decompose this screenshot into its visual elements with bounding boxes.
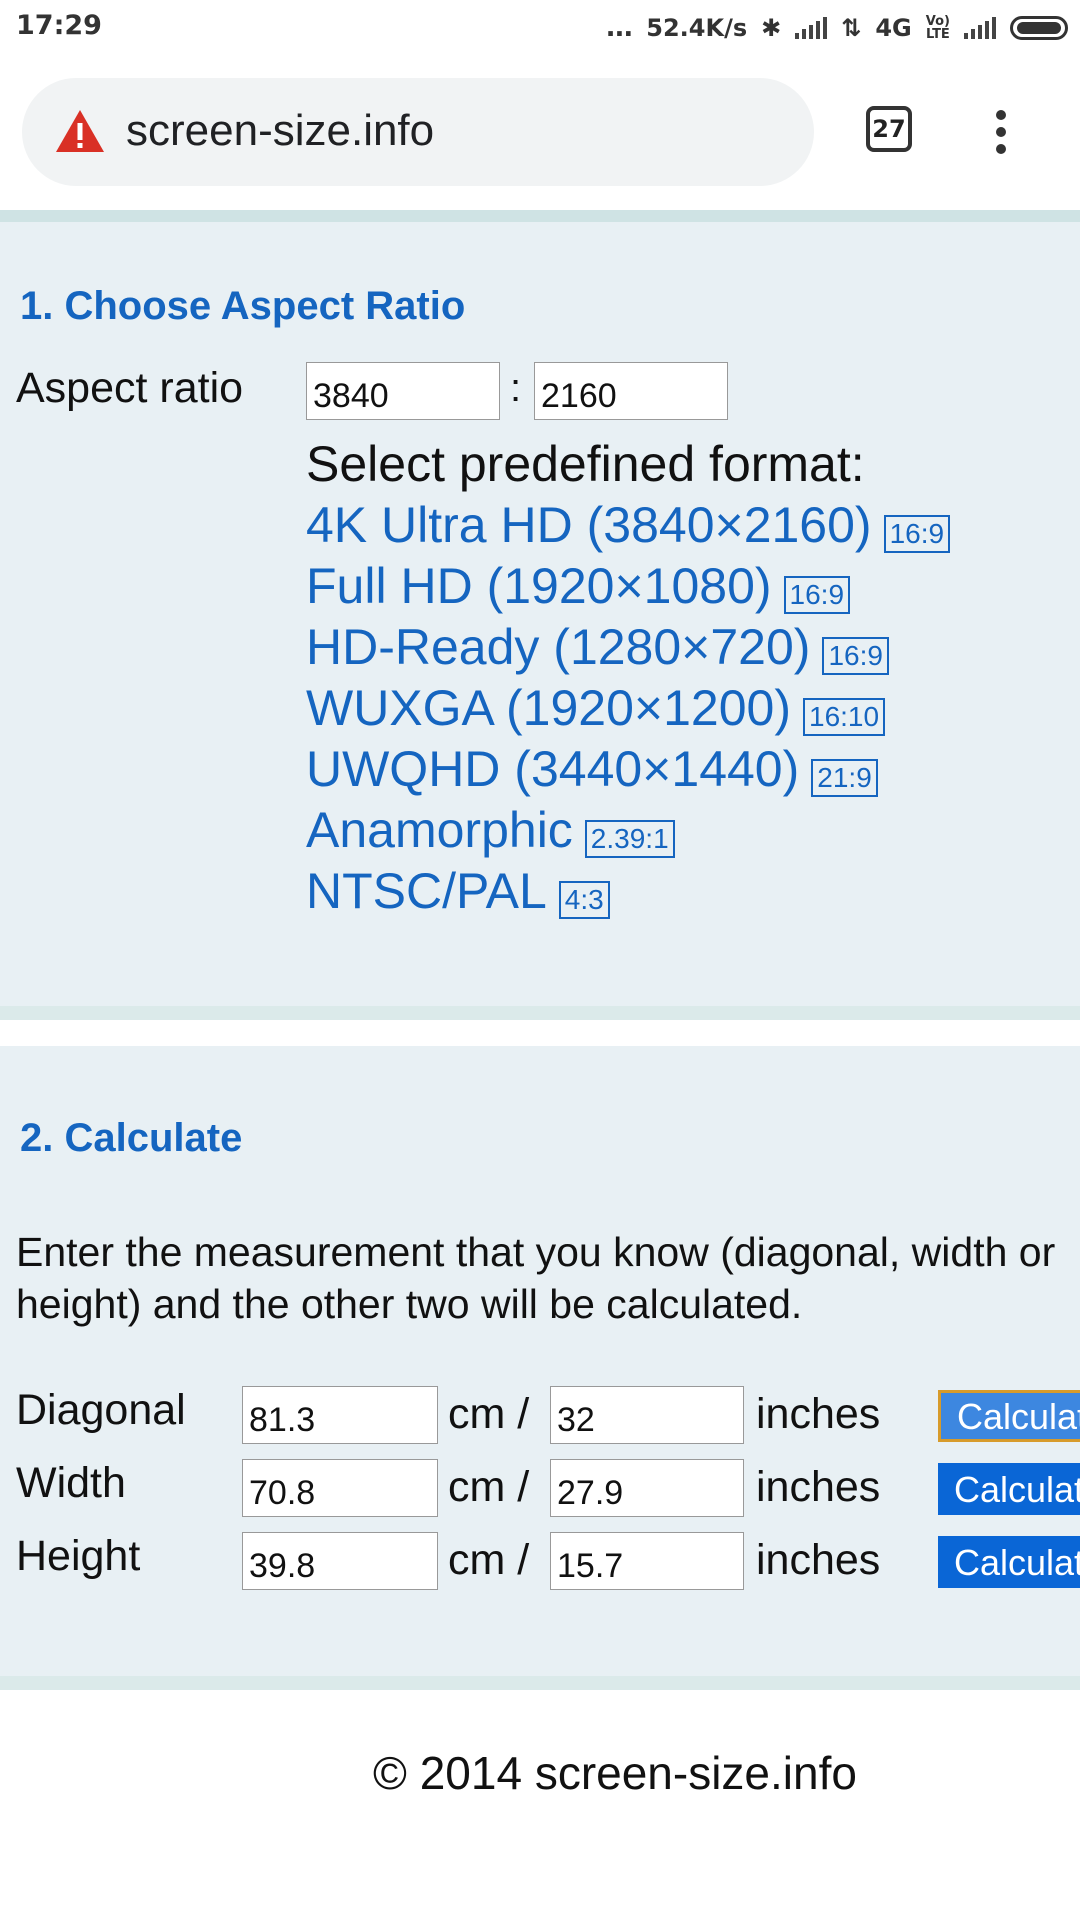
ratio-badge[interactable]: 16:10 [803, 697, 886, 736]
width-row: Width cm / inches Calculate [0, 1459, 1080, 1521]
inches-unit: inches [756, 1390, 881, 1438]
aspect-height-input[interactable] [534, 362, 728, 420]
aspect-ratio-section: 1. Choose Aspect Ratio Aspect ratio : Se… [0, 222, 1080, 1006]
format-hd-ready[interactable]: HD-Ready (1280×720) 16:9 [306, 617, 950, 678]
height-row: Height cm / inches Calculate [0, 1532, 1080, 1594]
format-link[interactable]: HD-Ready (1280×720) [306, 619, 810, 675]
tab-switcher-icon[interactable]: 27 [866, 106, 912, 152]
predefined-formats: Select predefined format: 4K Ultra HD (3… [306, 434, 951, 922]
ratio-badge[interactable]: 16:9 [883, 514, 951, 553]
browser-toolbar: screen-size.info 27 [0, 56, 1080, 210]
ratio-badge[interactable]: 21:9 [811, 758, 878, 797]
calculate-section: 2. Calculate Enter the measurement that … [0, 1046, 1080, 1676]
format-link[interactable]: Anamorphic [306, 802, 573, 858]
ratio-badge[interactable]: 2.39:1 [584, 819, 675, 858]
format-wuxga[interactable]: WUXGA (1920×1200) 16:10 [306, 678, 950, 739]
format-uwqhd[interactable]: UWQHD (3440×1440) 21:9 [306, 739, 950, 800]
format-ntsc-pal[interactable]: NTSC/PAL 4:3 [306, 861, 950, 922]
aspect-width-input[interactable] [306, 362, 500, 420]
calculate-diagonal-button[interactable]: Calculate [938, 1390, 1080, 1442]
cm-unit: cm / [448, 1536, 530, 1584]
network-speed: 52.4K/s [646, 14, 748, 42]
format-link[interactable]: UWQHD (3440×1440) [306, 741, 799, 797]
width-inches-input[interactable] [550, 1459, 744, 1517]
more-menu-icon[interactable] [990, 110, 1012, 158]
diagonal-cm-input[interactable] [242, 1386, 438, 1444]
status-time: 17:29 [16, 10, 102, 41]
battery-icon [1010, 16, 1068, 40]
cm-unit: cm / [448, 1390, 530, 1438]
row-label: Height [16, 1532, 141, 1580]
network-type: 4G [875, 14, 912, 42]
footer-copyright: © 2014 screen-size.info [373, 1747, 857, 1799]
inches-unit: inches [756, 1536, 881, 1584]
inches-unit: inches [756, 1463, 881, 1511]
row-label: Width [16, 1459, 126, 1507]
format-link[interactable]: WUXGA (1920×1200) [306, 680, 791, 736]
section-title-calculate: 2. Calculate [20, 1116, 243, 1160]
height-cm-input[interactable] [242, 1532, 438, 1590]
format-anamorphic[interactable]: Anamorphic 2.39:1 [306, 800, 950, 861]
calculate-description: Enter the measurement that you know (dia… [16, 1229, 1056, 1327]
warning-icon[interactable] [54, 108, 106, 154]
height-inches-input[interactable] [550, 1532, 744, 1590]
notification-dots: ... [605, 13, 634, 43]
ratio-badge[interactable]: 16:9 [822, 636, 889, 675]
calculate-height-button[interactable]: Calculate [938, 1536, 1080, 1588]
aspect-ratio-label: Aspect ratio [16, 364, 244, 412]
diagonal-inches-input[interactable] [550, 1386, 744, 1444]
aspect-separator: : [510, 366, 522, 410]
ratio-badge[interactable]: 4:3 [558, 880, 610, 919]
signal-icon-2 [964, 17, 996, 39]
width-cm-input[interactable] [242, 1459, 438, 1517]
formats-heading: Select predefined format: [306, 436, 865, 492]
section-title-aspect: 1. Choose Aspect Ratio [20, 284, 466, 328]
volte-bottom: LTE [925, 27, 950, 42]
cm-unit: cm / [448, 1463, 530, 1511]
data-transfer-icon: ⇅ [841, 14, 862, 42]
format-link[interactable]: Full HD (1920×1080) [306, 558, 772, 614]
bluetooth-icon: ✱ [761, 14, 782, 42]
calculate-width-button[interactable]: Calculate [938, 1463, 1080, 1515]
status-indicators: ... 52.4K/s ✱ ⇅ 4G Vo) LTE [606, 8, 1068, 48]
diagonal-row: Diagonal cm / inches Calculate [0, 1386, 1080, 1448]
toolbar-shadow [0, 210, 1080, 222]
status-bar: 17:29 ... 52.4K/s ✱ ⇅ 4G Vo) LTE [0, 0, 1080, 56]
format-link[interactable]: 4K Ultra HD (3840×2160) [306, 497, 872, 553]
url-text[interactable]: screen-size.info [126, 106, 434, 156]
signal-icon [795, 17, 828, 39]
format-link[interactable]: NTSC/PAL [306, 863, 547, 919]
volte-icon: Vo) LTE [926, 15, 950, 41]
format-full-hd[interactable]: Full HD (1920×1080) 16:9 [306, 556, 950, 617]
ratio-badge[interactable]: 16:9 [783, 575, 851, 614]
section-divider [0, 1676, 1080, 1690]
row-label: Diagonal [16, 1386, 186, 1434]
address-bar[interactable]: screen-size.info [22, 78, 814, 186]
section-divider [0, 1006, 1080, 1020]
format-4k[interactable]: 4K Ultra HD (3840×2160) 16:9 [306, 495, 951, 556]
